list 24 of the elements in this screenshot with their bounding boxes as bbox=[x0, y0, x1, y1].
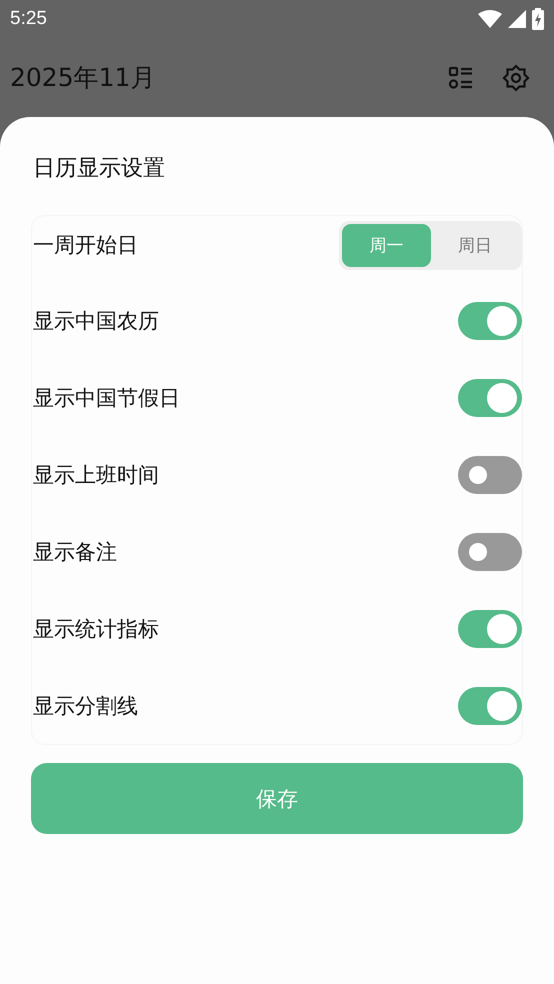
setting-label: 显示备注 bbox=[33, 538, 117, 566]
toggle-switch[interactable] bbox=[458, 302, 522, 340]
sheet-title: 日历显示设置 bbox=[32, 155, 166, 179]
setting-label: 显示中国节假日 bbox=[33, 384, 180, 412]
setting-label: 显示上班时间 bbox=[33, 462, 159, 488]
setting-label: 一周开始日 bbox=[33, 232, 138, 259]
segment-option[interactable]: 周日 bbox=[430, 224, 519, 266]
wifi-icon bbox=[478, 10, 502, 28]
setting-label: 显示分割线 bbox=[33, 692, 138, 720]
month-title: 2025年11月 bbox=[10, 62, 156, 94]
toggle-switch[interactable] bbox=[458, 378, 522, 416]
signal-icon bbox=[508, 10, 526, 28]
toggle-switch[interactable] bbox=[458, 686, 522, 724]
status-time: 5:25 bbox=[10, 8, 47, 30]
setting-label: 显示中国农历 bbox=[33, 308, 159, 334]
toggle-switch[interactable] bbox=[458, 456, 522, 494]
toggle-switch[interactable] bbox=[458, 532, 522, 570]
segment-option[interactable]: 周一 bbox=[342, 224, 430, 266]
battery-icon bbox=[532, 8, 544, 30]
list-view-icon[interactable] bbox=[448, 66, 474, 90]
toggle-switch[interactable] bbox=[458, 610, 522, 648]
save-button[interactable]: 保存 bbox=[31, 763, 523, 834]
setting-label: 显示统计指标 bbox=[33, 616, 159, 642]
settings-icon[interactable] bbox=[502, 64, 530, 92]
